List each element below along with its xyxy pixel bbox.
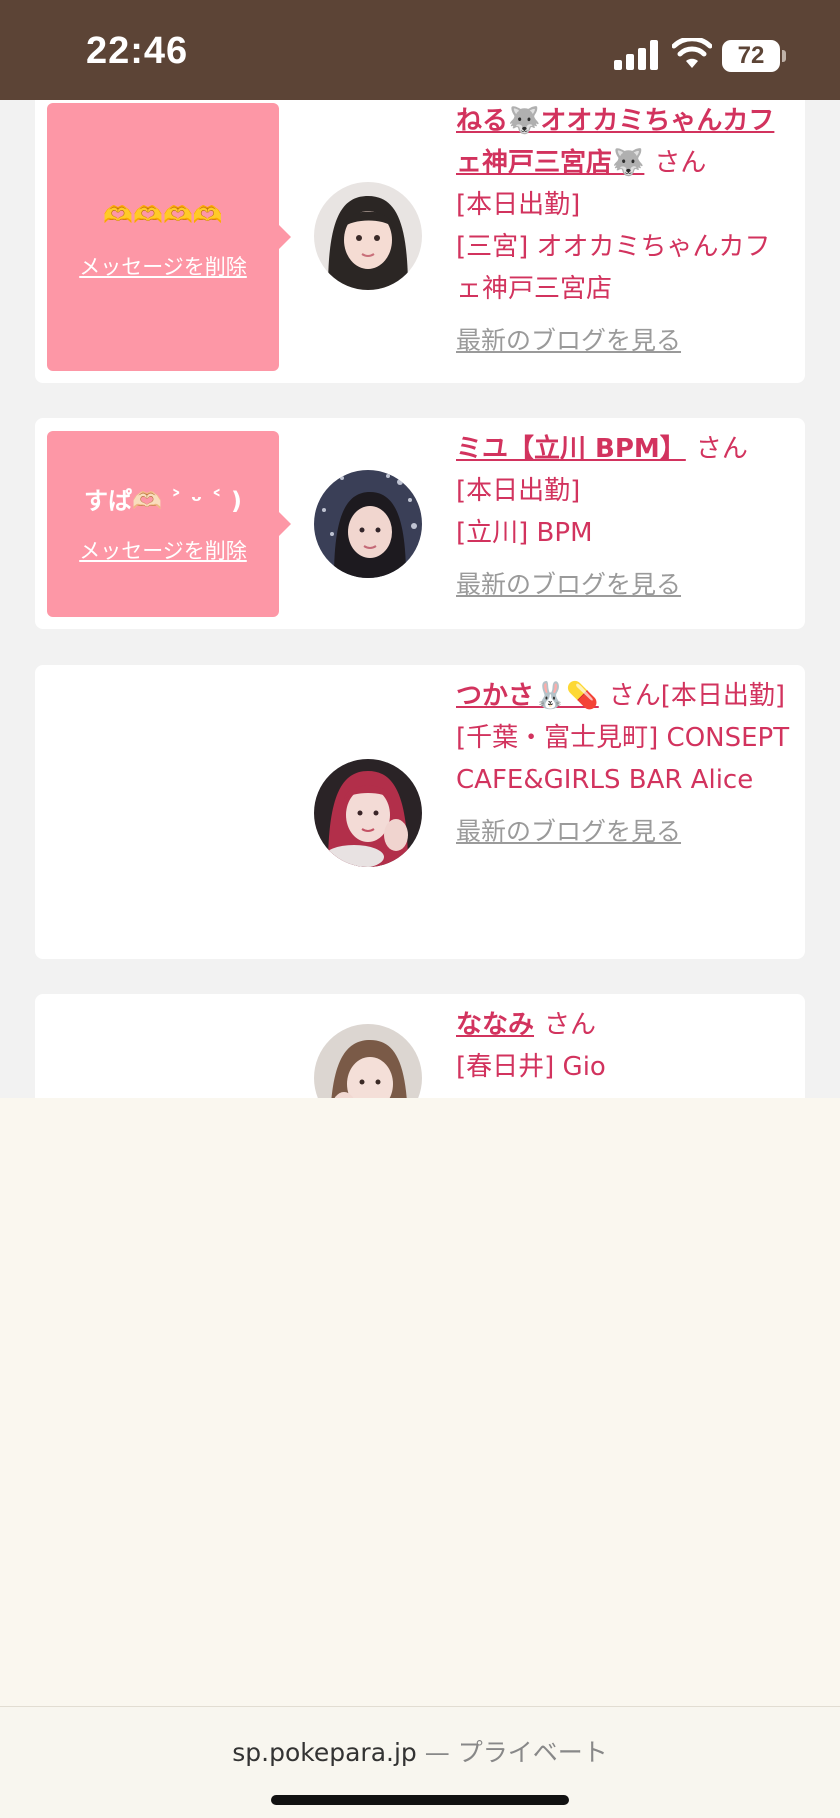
cast-info: ミユ【立川 BPM】 さん [本日出勤] [立川] BPM 最新のブログを見る	[456, 428, 796, 606]
shop-name: [三宮] オオカミちゃんカフェ神戸三宮店	[456, 232, 771, 304]
cast-name-link[interactable]: ミユ【立川 BPM】	[456, 434, 686, 464]
url-display[interactable]: sp.pokepara.jp — プライベート	[0, 1733, 840, 1769]
honorific: さん	[695, 434, 748, 464]
status-time: 22:46	[86, 30, 189, 72]
avatar[interactable]	[314, 1024, 422, 1098]
work-status: [本日出勤]	[456, 476, 581, 506]
honorific: さん	[608, 681, 661, 711]
cast-card: ななみ さん [春日井] Gio	[35, 994, 805, 1098]
cast-info: ななみ さん [春日井] Gio	[456, 1004, 796, 1088]
cast-name-link[interactable]: ななみ	[456, 1010, 534, 1040]
browser-address-bar[interactable]: sp.pokepara.jp — プライベート	[0, 1706, 840, 1818]
message-bubble: 🫶🫶🫶🫶 メッセージを削除	[47, 103, 291, 371]
domain-text: sp.pokepara.jp	[232, 1738, 417, 1767]
cast-name-link[interactable]: つかさ🐰💊	[456, 681, 599, 711]
honorific: さん	[544, 1010, 597, 1040]
shop-name: [立川] BPM	[456, 518, 593, 548]
cast-card: すぱ🫶🏻 ˃ ᵕ ˂ ) メッセージを削除 ミユ【立川 BPM】 さん [本日出…	[35, 418, 805, 629]
avatar[interactable]	[314, 470, 422, 578]
cast-card: 🫶🫶🫶🫶 メッセージを削除 ねる🐺オオカミちゃんカフェ神戸三宮店🐺 さん [本日出…	[35, 100, 805, 383]
message-bubble: すぱ🫶🏻 ˃ ᵕ ˂ ) メッセージを削除	[47, 431, 291, 617]
work-status: [本日出勤]	[456, 190, 581, 220]
cellular-signal-icon	[614, 40, 658, 70]
latest-blog-link[interactable]: 最新のブログを見る	[456, 326, 681, 355]
cast-info: つかさ🐰💊 さん[本日出勤] [千葉・富士見町] CONSEPT CAFE&GIR…	[456, 675, 796, 853]
shop-name: [春日井] Gio	[456, 1052, 606, 1082]
favorites-list: 🫶🫶🫶🫶 メッセージを削除 ねる🐺オオカミちゃんカフェ神戸三宮店🐺 さん [本日出…	[0, 100, 840, 1098]
home-indicator[interactable]	[271, 1795, 569, 1805]
avatar[interactable]	[314, 759, 422, 867]
battery-icon: 72	[722, 40, 780, 72]
cast-name-line: つかさ🐰💊 さん[本日出勤]	[456, 675, 796, 717]
work-status: [本日出勤]	[660, 681, 786, 711]
delete-message-link[interactable]: メッセージを削除	[47, 251, 279, 281]
cast-card: つかさ🐰💊 さん[本日出勤] [千葉・富士見町] CONSEPT CAFE&GIR…	[35, 665, 805, 959]
cast-name-line: ななみ さん	[456, 1004, 796, 1046]
private-mode-label: プライベート	[457, 1738, 608, 1767]
battery-nub	[782, 50, 786, 62]
shop-name: [千葉・富士見町] CONSEPT CAFE&GIRLS BAR Alice	[456, 723, 790, 795]
delete-message-link[interactable]: メッセージを削除	[47, 535, 279, 565]
bubble-message: すぱ🫶🏻 ˃ ᵕ ˂ )	[84, 487, 242, 515]
cast-name-link[interactable]: ねる🐺オオカミちゃんカフェ神戸三宮店🐺	[456, 106, 774, 178]
bubble-message: 🫶🫶🫶🫶	[103, 201, 223, 229]
cast-info: ねる🐺オオカミちゃんカフェ神戸三宮店🐺 さん [本日出勤] [三宮] オオカミちゃ…	[456, 100, 796, 362]
status-bar: 22:46 72	[0, 0, 840, 100]
honorific: さん	[654, 148, 707, 178]
battery-level: 72	[737, 42, 765, 69]
wifi-icon	[672, 38, 712, 68]
cast-name-line: ミユ【立川 BPM】 さん	[456, 428, 796, 470]
cast-name-line: ねる🐺オオカミちゃんカフェ神戸三宮店🐺 さん	[456, 100, 796, 184]
avatar[interactable]	[314, 182, 422, 290]
latest-blog-link[interactable]: 最新のブログを見る	[456, 570, 681, 599]
latest-blog-link[interactable]: 最新のブログを見る	[456, 817, 681, 846]
url-separator: —	[424, 1738, 450, 1767]
